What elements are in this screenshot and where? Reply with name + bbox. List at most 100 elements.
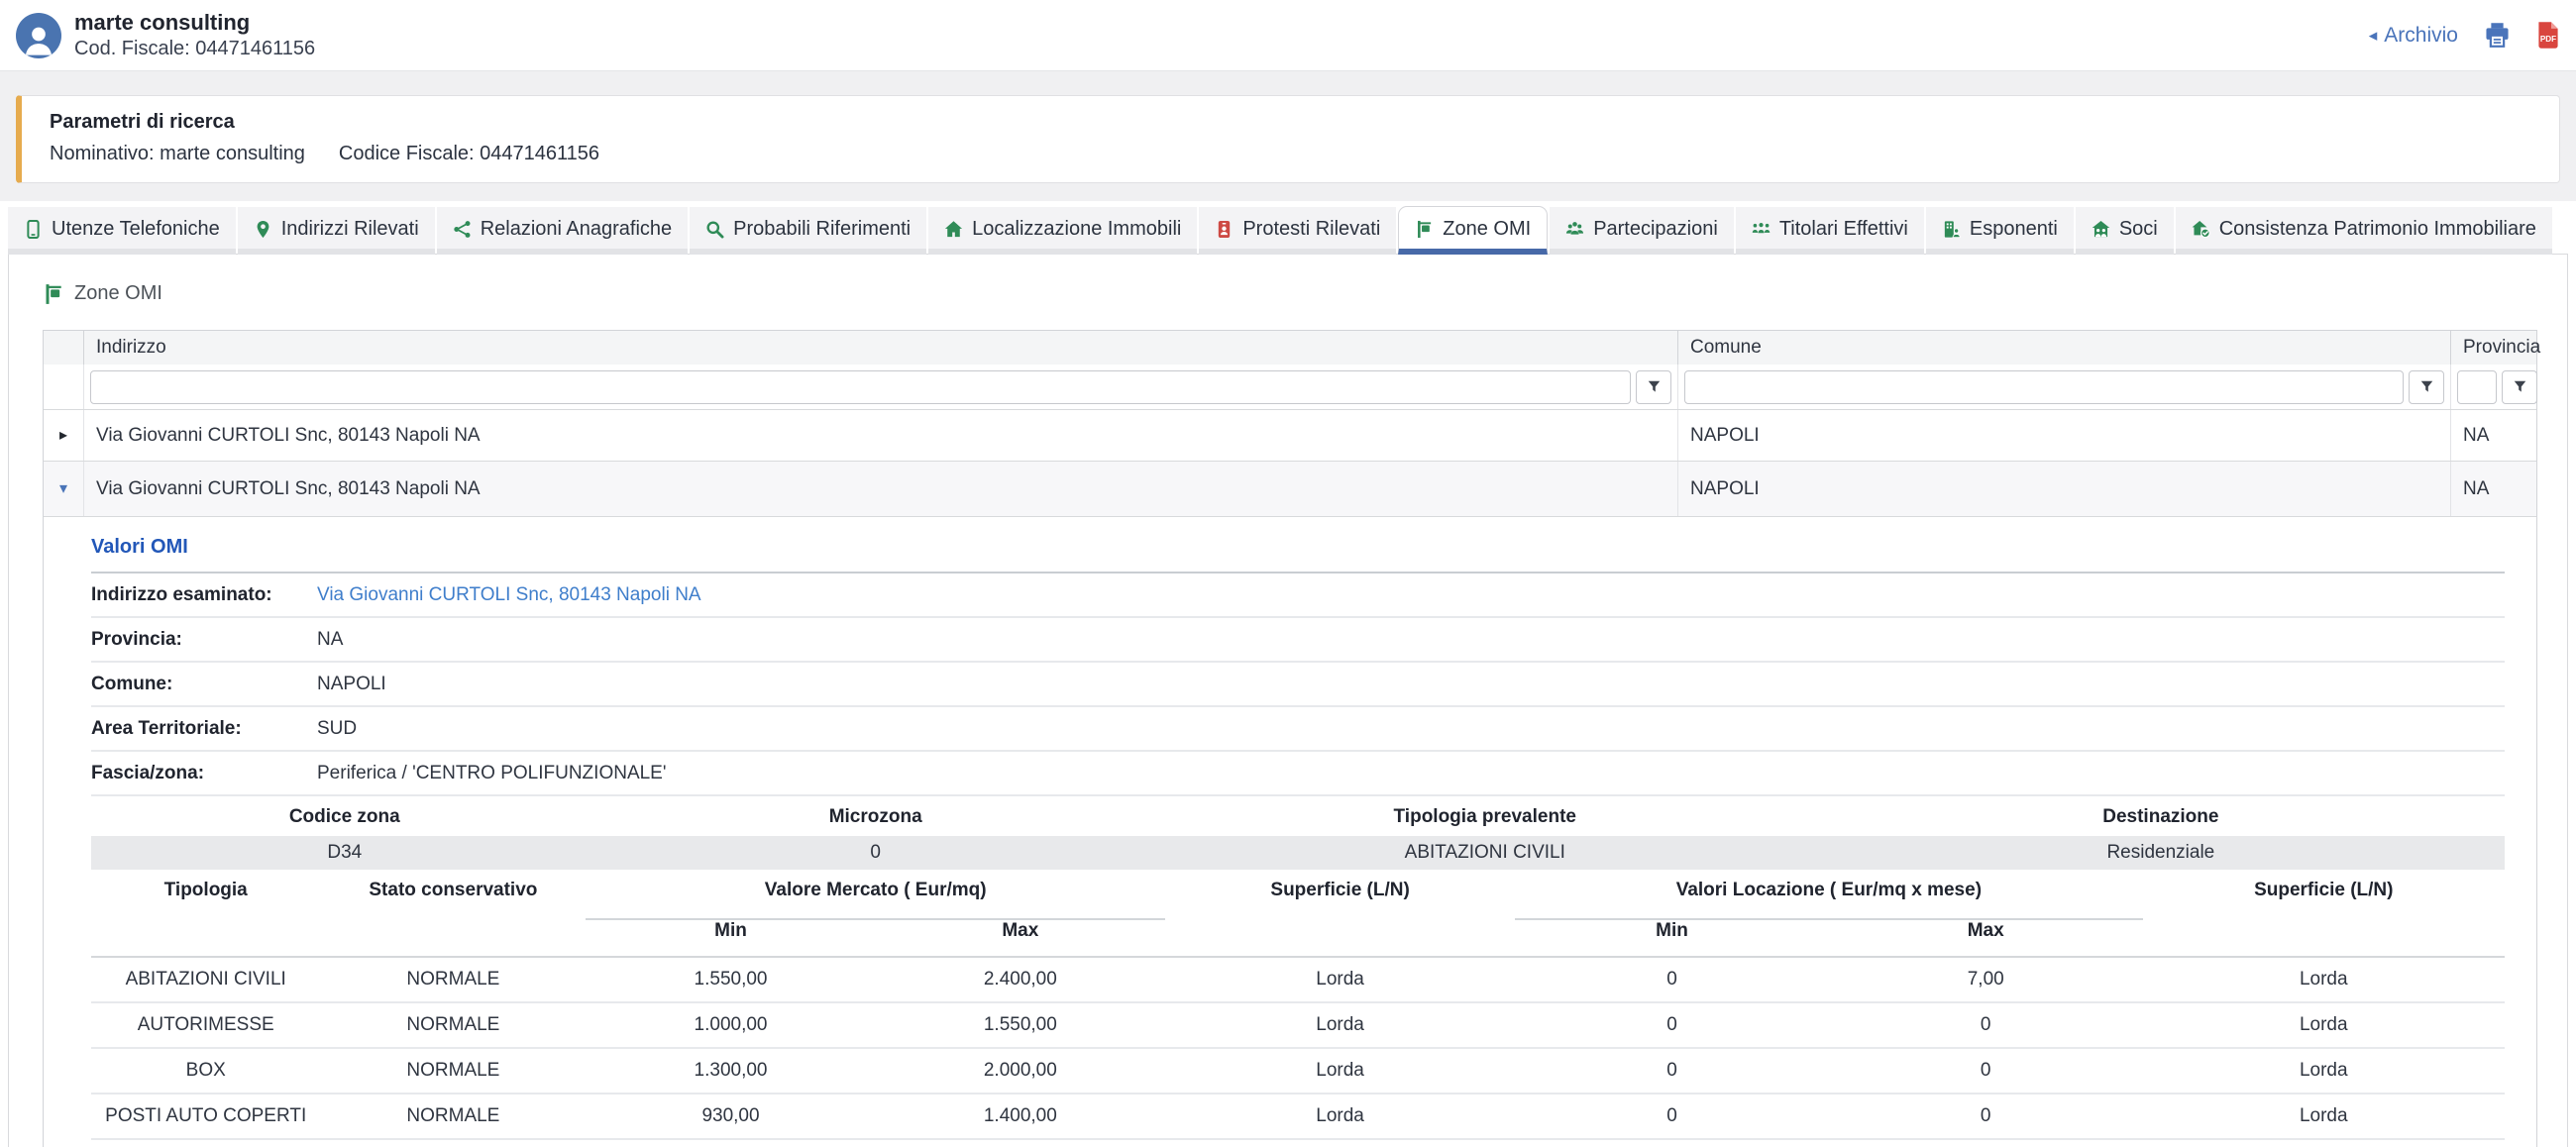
tab-consistenza-patrimonio-immobiliare[interactable]: Consistenza Patrimonio Immobiliare (2176, 207, 2552, 255)
cell: 0 (1829, 1048, 2143, 1094)
field-label: Area Territoriale: (91, 718, 317, 740)
tab-titolari-effettivi[interactable]: Titolari Effettivi (1736, 207, 1924, 255)
tab-localizzazione-immobili[interactable]: Localizzazione Immobili (928, 207, 1197, 255)
print-button[interactable] (2484, 22, 2511, 49)
detail-field-row: Comune: NAPOLI (91, 663, 2505, 707)
table-row[interactable]: ▾ Via Giovanni CURTOLI Snc, 80143 Napoli… (44, 461, 2536, 516)
filter-row (44, 365, 2536, 409)
collapse-row-button[interactable]: ▾ (59, 481, 67, 497)
subcol-max: Max (876, 919, 1165, 957)
company-avatar (16, 13, 61, 58)
cell: NORMALE (320, 1048, 586, 1094)
group-valore-mercato: Valore Mercato ( Eur/mq) (586, 876, 1165, 919)
zone-omi-panel: Zone OMI Indirizzo Comune Provincia (8, 254, 2568, 1147)
mobile-icon (24, 220, 43, 239)
cell: 7,00 (1829, 957, 2143, 1002)
cell-provincia: NA (2450, 462, 2536, 516)
map-pin-icon (254, 220, 272, 239)
cell: Lorda (2143, 957, 2505, 1002)
group-valori-locazione: Valori Locazione ( Eur/mq x mese) (1515, 876, 2142, 919)
detail-field-row: Fascia/zona: Periferica / 'CENTRO POLIFU… (91, 752, 2505, 796)
cell: NORMALE (320, 1094, 586, 1139)
person-icon (19, 19, 58, 58)
top-bar: marte consulting Cod. Fiscale: 044714611… (0, 0, 2576, 71)
cell: Lorda (2143, 1048, 2505, 1094)
users-icon (1565, 220, 1584, 239)
tab-label: Partecipazioni (1593, 218, 1718, 241)
zone-omi-table: Indirizzo Comune Provincia ▸ Via Giovann… (43, 330, 2537, 1147)
indirizzo-filter-input[interactable] (90, 370, 1631, 404)
valori-row: ABITAZIONI CIVILI NORMALE 1.550,00 2.400… (91, 957, 2505, 1002)
cell: Lorda (1165, 1094, 1515, 1139)
company-name: marte consulting (74, 10, 315, 35)
cell: BOX (91, 1048, 320, 1094)
tab-label: Relazioni Anagrafiche (481, 218, 672, 241)
zona-header: Microzona (598, 798, 1153, 836)
expand-row-button[interactable]: ▸ (59, 428, 67, 444)
column-header-indirizzo: Indirizzo (83, 331, 1677, 365)
search-params-band: Parametri di ricerca Nominativo: marte c… (0, 71, 2576, 201)
tab-indirizzi-rilevati[interactable]: Indirizzi Rilevati (238, 207, 435, 255)
funnel-icon (2514, 380, 2526, 393)
field-value: Periferica / 'CENTRO POLIFUNZIONALE' (317, 763, 666, 784)
zona-header: Codice zona (91, 798, 598, 836)
id-badge-icon (1215, 220, 1234, 239)
zona-summary-table: Codice zona Microzona Tipologia prevalen… (91, 798, 2505, 870)
field-value: NA (317, 629, 343, 651)
caret-left-icon: ◂ (2369, 26, 2378, 46)
cell-indirizzo: Via Giovanni CURTOLI Snc, 80143 Napoli N… (83, 462, 1677, 516)
tab-partecipazioni[interactable]: Partecipazioni (1550, 207, 1734, 255)
archive-link-label: Archivio (2384, 24, 2458, 48)
valori-row: BOX NORMALE 1.300,00 2.000,00 Lorda 0 0 … (91, 1048, 2505, 1094)
cell-provincia: NA (2450, 410, 2536, 461)
tab-zone-omi[interactable]: Zone OMI (1398, 206, 1548, 255)
tab-label: Consistenza Patrimonio Immobiliare (2219, 218, 2536, 241)
cell: 0 (1515, 1094, 1829, 1139)
tab-esponenti[interactable]: Esponenti (1926, 207, 2074, 255)
cell: Lorda (1165, 957, 1515, 1002)
tab-soci[interactable]: Soci (2076, 207, 2174, 255)
tab-label: Esponenti (1970, 218, 2058, 241)
tab-label: Soci (2119, 218, 2158, 241)
cell: 1.550,00 (876, 1002, 1165, 1048)
subcol-min: Min (586, 919, 875, 957)
tab-strip: Utenze Telefoniche Indirizzi Rilevati Re… (0, 201, 2576, 255)
tab-label: Localizzazione Immobili (972, 218, 1181, 241)
cell-indirizzo: Via Giovanni CURTOLI Snc, 80143 Napoli N… (83, 410, 1677, 461)
table-row[interactable]: ▸ Via Giovanni CURTOLI Snc, 80143 Napoli… (44, 409, 2536, 461)
column-header-provincia: Provincia (2450, 331, 2536, 365)
funnel-icon (2420, 380, 2433, 393)
cell: 930,00 (586, 1094, 875, 1139)
home-icon (944, 220, 963, 239)
col-superficie-2: Superficie (L/N) (2143, 876, 2505, 957)
tab-protesti-rilevati[interactable]: Protesti Rilevati (1199, 207, 1396, 255)
provincia-filter-input[interactable] (2457, 370, 2497, 404)
search-param-nominativo: Nominativo: marte consulting (50, 143, 305, 165)
house-users-icon (2092, 220, 2110, 239)
tab-utenze-telefoniche[interactable]: Utenze Telefoniche (8, 207, 236, 255)
zona-header: Tipologia prevalente (1153, 798, 1817, 836)
cell: AUTORIMESSE (91, 1002, 320, 1048)
cell: Lorda (1165, 1048, 1515, 1094)
field-label: Comune: (91, 674, 317, 695)
cell: 1.300,00 (586, 1048, 875, 1094)
archive-link[interactable]: ◂ Archivio (2369, 24, 2458, 48)
indirizzo-esaminato-link[interactable]: Via Giovanni CURTOLI Snc, 80143 Napoli N… (317, 584, 701, 606)
indirizzo-filter-button[interactable] (1636, 370, 1671, 404)
export-pdf-button[interactable]: PDF (2536, 21, 2560, 50)
tab-probabili-riferimenti[interactable]: Probabili Riferimenti (690, 207, 926, 255)
zona-header: Destinazione (1817, 798, 2505, 836)
funnel-icon (1648, 380, 1661, 393)
cell: 0 (1515, 1002, 1829, 1048)
map-sign-icon (1415, 220, 1434, 239)
provincia-filter-button[interactable] (2502, 370, 2537, 404)
comune-filter-input[interactable] (1684, 370, 2404, 404)
field-label: Indirizzo esaminato: (91, 584, 317, 606)
tab-label: Utenze Telefoniche (52, 218, 220, 241)
comune-filter-button[interactable] (2409, 370, 2444, 404)
pdf-file-icon: PDF (2536, 21, 2560, 50)
zona-cell: 0 (598, 836, 1153, 870)
tab-relazioni-anagrafiche[interactable]: Relazioni Anagrafiche (437, 207, 688, 255)
field-value: SUD (317, 718, 357, 740)
section-title: Zone OMI (74, 282, 162, 305)
